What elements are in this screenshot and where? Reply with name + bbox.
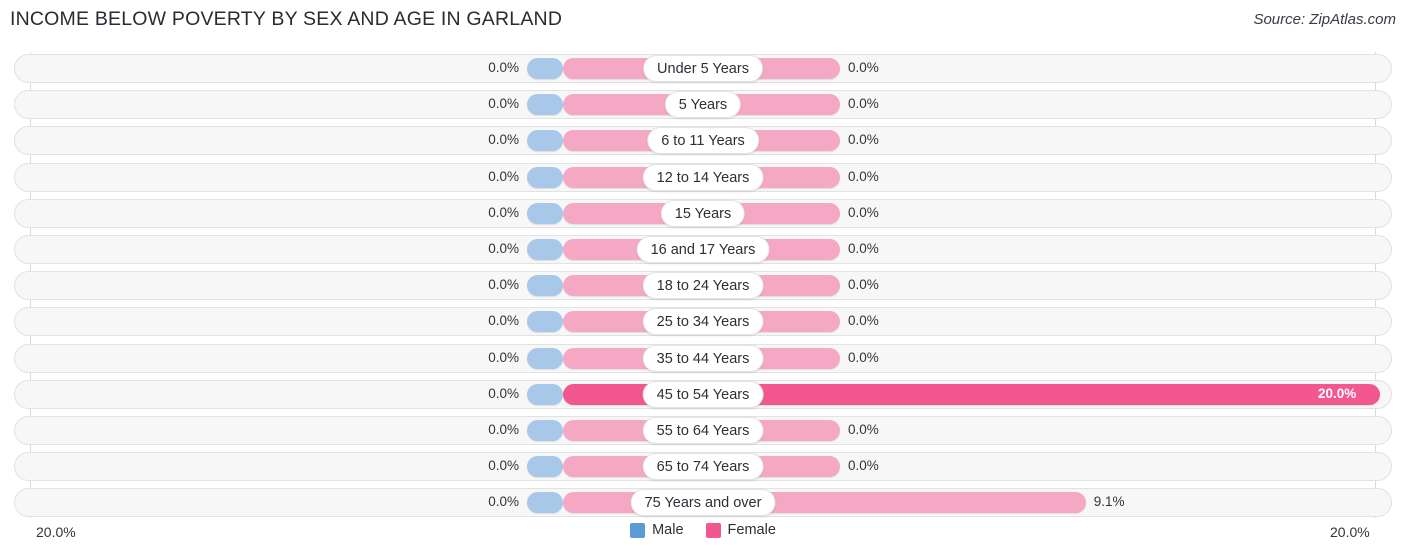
table-row[interactable]: 0.0% 0.0% 18 to 24 Years — [14, 271, 1392, 301]
female-value-label: 0.0% — [848, 241, 879, 256]
female-value-label: 0.0% — [848, 168, 879, 184]
legend-item-female[interactable]: Female — [705, 522, 776, 538]
male-bar[interactable] — [527, 311, 563, 333]
male-value-label: 0.0% — [488, 494, 519, 510]
female-value-label: 0.0% — [848, 204, 879, 220]
female-value-label: 0.0% — [848, 132, 879, 148]
table-row[interactable]: 0.0% 20.0% 45 to 54 Years — [14, 379, 1392, 409]
legend: Male Female — [0, 522, 1406, 538]
category-label-pill: 16 and 17 Years — [636, 236, 770, 263]
category-label-pill: 45 to 54 Years — [642, 380, 764, 408]
male-bar[interactable] — [527, 202, 563, 224]
category-label-pill: 65 to 74 Years — [642, 453, 764, 481]
male-color-swatch-icon — [630, 522, 646, 538]
table-row[interactable]: 0.0% 0.0% 12 to 14 Years — [14, 162, 1392, 192]
female-value-label: 20.0% — [1318, 385, 1357, 401]
female-value-label: 0.0% — [848, 60, 879, 75]
male-bar[interactable] — [527, 130, 563, 152]
category-label-pill: 6 to 11 Years — [647, 127, 759, 155]
male-value-label: 0.0% — [488, 96, 519, 112]
male-bar[interactable] — [527, 383, 563, 405]
category-label-pill: 55 to 64 Years — [642, 417, 764, 444]
table-row[interactable]: 0.0% 0.0% Under 5 Years — [14, 54, 1392, 83]
category-label-pill: 35 to 44 Years — [642, 344, 764, 372]
table-row[interactable]: 0.0% 0.0% 35 to 44 Years — [14, 343, 1392, 373]
female-color-swatch-icon — [705, 522, 721, 538]
male-bar[interactable] — [527, 94, 563, 116]
female-value-label: 0.0% — [848, 313, 879, 329]
table-row[interactable]: 0.0% 0.0% 25 to 34 Years — [14, 307, 1392, 337]
male-value-label: 0.0% — [488, 422, 519, 437]
plot-area: 0.0% 0.0% Under 5 Years 0.0% 0.0% 5 Years 0.0%… — [14, 52, 1392, 518]
legend-item-male[interactable]: Male — [630, 522, 684, 538]
female-value-label: 0.0% — [848, 96, 879, 112]
male-value-label: 0.0% — [488, 241, 519, 256]
male-value-label: 0.0% — [488, 458, 519, 474]
female-value-label: 9.1% — [1093, 494, 1125, 510]
male-bar[interactable] — [527, 239, 563, 260]
male-value-label: 0.0% — [488, 204, 519, 220]
table-row[interactable]: 0.0% 0.0% 65 to 74 Years — [14, 452, 1392, 482]
male-value-label: 0.0% — [488, 132, 519, 148]
male-bar[interactable] — [527, 456, 563, 478]
male-bar[interactable] — [527, 58, 563, 79]
page-title: INCOME BELOW POVERTY BY SEX AND AGE IN G… — [10, 8, 563, 30]
table-row[interactable]: 0.0% 0.0% 5 Years — [14, 90, 1392, 120]
category-label-pill: 12 to 14 Years — [642, 163, 764, 191]
table-row[interactable]: 0.0% 9.1% 75 Years and over — [14, 488, 1392, 518]
male-value-label: 0.0% — [488, 349, 519, 365]
male-bar[interactable] — [527, 166, 563, 188]
table-row[interactable]: 0.0% 0.0% 15 Years — [14, 198, 1392, 228]
table-row[interactable]: 0.0% 0.0% 55 to 64 Years — [14, 416, 1392, 445]
category-label-pill: 5 Years — [664, 91, 742, 119]
female-value-label: 0.0% — [848, 422, 879, 437]
female-value-label: 0.0% — [848, 349, 879, 365]
male-bar[interactable] — [527, 420, 563, 441]
category-label-pill: 15 Years — [660, 199, 746, 227]
category-label-pill: 75 Years and over — [630, 489, 776, 517]
legend-label-male: Male — [652, 522, 684, 538]
table-row[interactable]: 0.0% 0.0% 6 to 11 Years — [14, 126, 1392, 156]
category-label-pill: Under 5 Years — [643, 55, 763, 82]
male-bar[interactable] — [527, 347, 563, 369]
male-value-label: 0.0% — [488, 313, 519, 329]
chart-page: INCOME BELOW POVERTY BY SEX AND AGE IN G… — [0, 0, 1406, 558]
female-value-label: 0.0% — [848, 277, 879, 293]
table-row[interactable]: 0.0% 0.0% 16 and 17 Years — [14, 235, 1392, 264]
female-value-label: 0.0% — [848, 458, 879, 474]
legend-label-female: Female — [727, 522, 776, 538]
male-bar[interactable] — [527, 492, 563, 514]
category-label-pill: 18 to 24 Years — [642, 272, 764, 300]
male-value-label: 0.0% — [488, 168, 519, 184]
source-attribution: Source: ZipAtlas.com — [1253, 11, 1396, 28]
male-value-label: 0.0% — [488, 277, 519, 293]
male-value-label: 0.0% — [488, 60, 519, 75]
male-value-label: 0.0% — [488, 385, 519, 401]
category-label-pill: 25 to 34 Years — [642, 308, 764, 336]
male-bar[interactable] — [527, 275, 563, 297]
